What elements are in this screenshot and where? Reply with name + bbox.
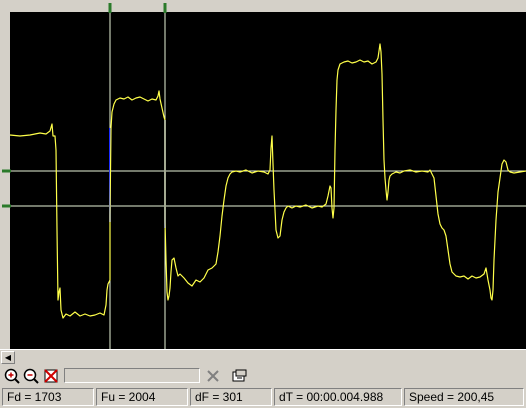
arrow-left-icon: ◀ (4, 353, 12, 362)
pointer-button[interactable] (231, 367, 249, 385)
toolbar (0, 366, 526, 386)
zoom-in-button[interactable] (3, 367, 21, 385)
signal-trace (9, 43, 526, 319)
toolbar-field[interactable] (64, 368, 200, 383)
pointer-hand-icon (232, 369, 247, 382)
horizontal-scrollbar[interactable]: ◀ (0, 349, 526, 366)
plot-area[interactable] (0, 0, 526, 349)
zoom-out-button[interactable] (22, 367, 40, 385)
scroll-left-button[interactable]: ◀ (1, 351, 15, 364)
status-dt: dT = 00:00.004.988 (274, 388, 402, 406)
delete-icon (207, 370, 219, 382)
clear-button[interactable] (42, 367, 60, 385)
zoom-out-icon (23, 368, 39, 384)
status-bar: Fd = 1703 Fu = 2004 dF = 301 dT = 00:00.… (0, 386, 526, 408)
status-fu: Fu = 2004 (96, 388, 188, 406)
delete-button[interactable] (204, 367, 222, 385)
status-fd: Fd = 1703 (2, 388, 94, 406)
status-speed: Speed = 200,45 (404, 388, 524, 406)
clear-icon (44, 369, 58, 383)
status-df: dF = 301 (190, 388, 272, 406)
zoom-in-icon (4, 368, 20, 384)
waveform-plot[interactable] (0, 0, 526, 349)
